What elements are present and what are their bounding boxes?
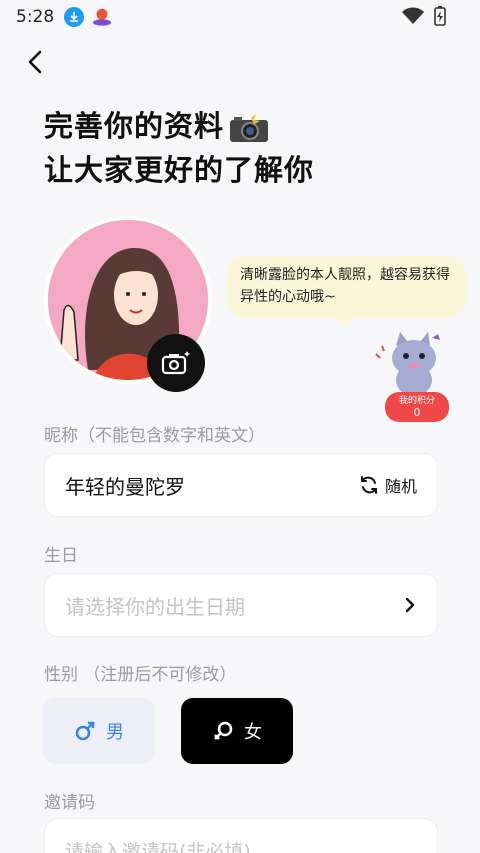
points-label: 我的积分 <box>398 396 435 406</box>
camera-icon <box>161 351 190 375</box>
back-button[interactable] <box>22 48 50 76</box>
points-value: 0 <box>413 406 421 419</box>
photo-tip-bubble: 清晰露脸的本人靓照，越容易获得异性的心动哦~ <box>226 256 466 326</box>
gender-male-button[interactable]: 男 <box>43 698 155 764</box>
camera-flash-emoji-icon <box>228 112 270 144</box>
nickname-input[interactable]: 年轻的曼陀罗 <box>65 471 359 500</box>
gender-label: 性别 （注册后不可修改） <box>44 665 237 685</box>
invite-label: 邀请码 <box>44 793 95 813</box>
nickname-label: 昵称（不能包含数字和英文） <box>44 426 265 446</box>
invite-code-field[interactable]: 请输入邀请码(非必填) <box>44 818 438 853</box>
birthday-placeholder: 请选择你的出生日期 <box>65 594 245 619</box>
points-badge[interactable]: 我的积分 0 <box>385 392 449 422</box>
chevron-right-icon <box>405 597 415 613</box>
refresh-icon <box>360 476 377 494</box>
birthday-field[interactable]: 请选择你的出生日期 <box>44 573 438 637</box>
gender-male-label: 男 <box>106 722 124 743</box>
download-icon <box>64 7 85 27</box>
chevron-left-icon <box>28 50 42 74</box>
random-nickname-button[interactable]: 随机 <box>359 473 417 497</box>
wifi-icon <box>402 7 424 29</box>
female-icon <box>214 721 233 740</box>
title-line-2: 让大家更好的了解你 <box>44 153 315 187</box>
title-line-1: 完善你的资料 <box>44 109 225 143</box>
male-icon <box>75 721 95 741</box>
photo-tip-text: 清晰露脸的本人靓照，越容易获得异性的心动哦~ <box>240 267 450 305</box>
gender-female-label: 女 <box>244 722 262 743</box>
gender-female-button[interactable]: 女 <box>181 698 293 764</box>
page-title: 完善你的资料 让大家更好的了解你 <box>44 104 314 192</box>
invite-code-input[interactable]: 请输入邀请码(非必填) <box>65 837 251 853</box>
app-icon <box>92 7 112 27</box>
status-time: 5:28 <box>16 7 55 27</box>
change-avatar-button[interactable] <box>147 334 205 392</box>
status-bar: 5:28 <box>0 0 480 34</box>
battery-icon <box>434 6 446 30</box>
nickname-field[interactable]: 年轻的曼陀罗 随机 <box>44 453 438 517</box>
birthday-label: 生日 <box>44 546 78 566</box>
random-label: 随机 <box>384 477 417 496</box>
